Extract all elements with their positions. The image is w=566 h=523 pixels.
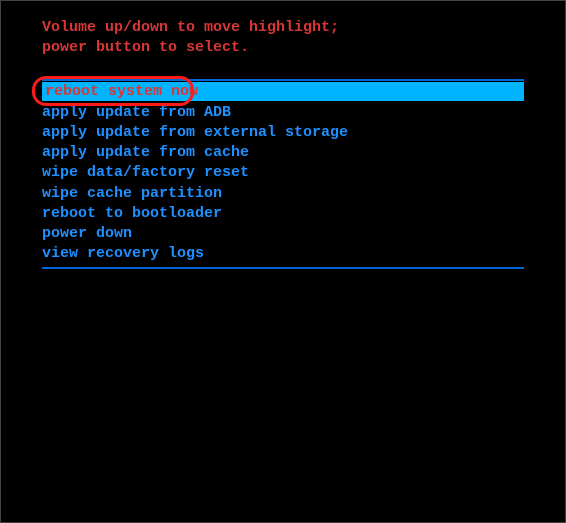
menu-item-apply-update-adb[interactable]: apply update from ADB bbox=[0, 103, 566, 123]
menu-divider-bottom bbox=[42, 267, 524, 269]
menu-item-label: wipe cache partition bbox=[42, 185, 222, 202]
menu-item-power-down[interactable]: power down bbox=[0, 224, 566, 244]
menu-item-selected-wrapper: reboot system now bbox=[0, 82, 566, 101]
recovery-screen: Volume up/down to move highlight; power … bbox=[0, 0, 566, 523]
menu-item-label: apply update from ADB bbox=[42, 104, 231, 121]
menu-item-label: reboot system now bbox=[45, 83, 198, 100]
menu-item-label: apply update from external storage bbox=[42, 124, 348, 141]
menu-item-label: apply update from cache bbox=[42, 144, 249, 161]
recovery-menu: reboot system now apply update from ADB … bbox=[0, 82, 566, 265]
menu-item-label: wipe data/factory reset bbox=[42, 164, 249, 181]
menu-item-wipe-cache[interactable]: wipe cache partition bbox=[0, 184, 566, 204]
instruction-line-2: power button to select. bbox=[42, 38, 566, 58]
menu-item-label: power down bbox=[42, 225, 132, 242]
menu-item-reboot-bootloader[interactable]: reboot to bootloader bbox=[0, 204, 566, 224]
menu-item-apply-update-cache[interactable]: apply update from cache bbox=[0, 143, 566, 163]
menu-item-apply-update-external[interactable]: apply update from external storage bbox=[0, 123, 566, 143]
menu-item-label: reboot to bootloader bbox=[42, 205, 222, 222]
menu-divider-top bbox=[42, 79, 524, 81]
menu-item-reboot-system[interactable]: reboot system now bbox=[42, 82, 524, 101]
instructions-text: Volume up/down to move highlight; power … bbox=[0, 18, 566, 59]
menu-item-wipe-data[interactable]: wipe data/factory reset bbox=[0, 163, 566, 183]
menu-item-label: view recovery logs bbox=[42, 245, 204, 262]
instruction-line-1: Volume up/down to move highlight; bbox=[42, 18, 566, 38]
menu-item-view-logs[interactable]: view recovery logs bbox=[0, 244, 566, 264]
